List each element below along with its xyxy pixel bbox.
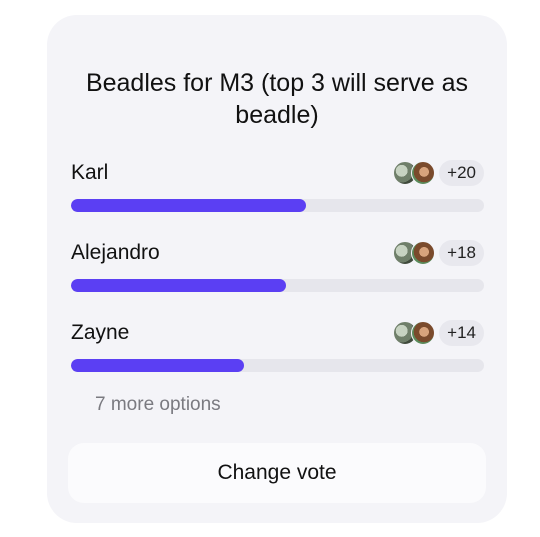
voter-avatars[interactable]: +14 (393, 320, 484, 346)
vote-bar-fill (71, 279, 286, 292)
voter-avatar (411, 321, 436, 345)
vote-bar-fill (71, 359, 245, 372)
voter-avatars[interactable]: +18 (393, 240, 484, 266)
vote-bar-track (71, 359, 484, 372)
option-name: Zayne (71, 321, 130, 344)
voter-avatars[interactable]: +20 (393, 160, 484, 186)
poll-title: Beadles for M3 (top 3 will serve as bead… (85, 69, 469, 129)
option-name: Alejandro (71, 241, 160, 264)
poll-option-zayne[interactable]: Zayne +14 (71, 318, 484, 378)
poll-card: Beadles for M3 (top 3 will serve as bead… (47, 15, 507, 523)
voter-avatar (411, 241, 436, 265)
poll-option-alejandro[interactable]: Alejandro +18 (71, 238, 484, 298)
option-name: Karl (71, 161, 109, 184)
vote-bar-track (71, 199, 484, 212)
vote-count: +20 (439, 160, 484, 186)
change-vote-button[interactable]: Change vote (68, 443, 486, 503)
poll-option-karl[interactable]: Karl +20 (71, 158, 484, 218)
vote-bar-fill (71, 199, 307, 212)
vote-count: +14 (439, 320, 484, 346)
vote-bar-track (71, 279, 484, 292)
vote-count: +18 (439, 240, 484, 266)
more-options-link[interactable]: 7 more options (95, 392, 221, 418)
voter-avatar (411, 161, 436, 185)
